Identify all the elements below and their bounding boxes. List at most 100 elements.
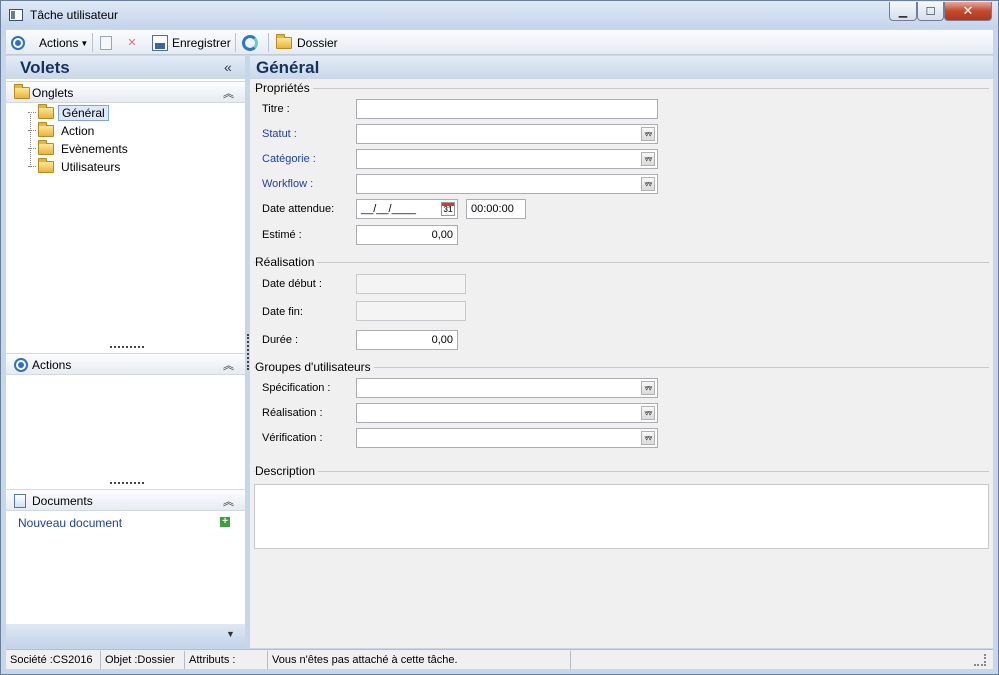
titre-label: Titre : (262, 103, 290, 115)
categorie-select[interactable]: ⩔⩔ (356, 149, 658, 169)
statut-label[interactable]: Statut : (262, 128, 297, 140)
estime-label: Estimé : (262, 229, 302, 241)
specification-select[interactable]: ⩔⩔ (356, 378, 658, 398)
actions-radio-icon[interactable] (11, 34, 25, 52)
chevron-down-icon[interactable]: ⩔⩔ (641, 381, 655, 395)
volets-panel: Volets « Onglets ︽ Général Action Evènem… (6, 56, 245, 648)
delete-button[interactable]: ✕ (126, 34, 138, 52)
save-icon (152, 35, 168, 51)
dossier-button-label: Dossier (297, 36, 338, 50)
chevron-down-icon[interactable]: ▼ (226, 629, 235, 639)
group-title-realisation: Réalisation (255, 255, 318, 269)
toolbar-separator (92, 33, 93, 52)
minimize-button[interactable]: ▁ (889, 2, 917, 21)
categorie-label[interactable]: Catégorie : (262, 153, 316, 165)
section-resize-grip[interactable] (110, 482, 144, 485)
maximize-button[interactable]: ☐ (917, 2, 944, 21)
refresh-icon (242, 35, 258, 51)
verification-select[interactable]: ⩔⩔ (356, 428, 658, 448)
folder-open-icon (38, 103, 54, 119)
page-title: Général (256, 58, 320, 77)
save-button[interactable]: Enregistrer (152, 34, 231, 52)
close-icon: ✕ (962, 3, 974, 18)
actions-menu-label: Actions (39, 36, 79, 50)
general-header: Général (250, 56, 993, 79)
delete-icon: ✕ (127, 37, 137, 49)
actions-radio-icon (14, 358, 28, 372)
titre-input[interactable] (356, 99, 658, 119)
realisation-select[interactable]: ⩔⩔ (356, 403, 658, 423)
duree-label: Durée : (262, 334, 299, 346)
toolbar-separator (268, 33, 269, 52)
chevron-down-icon[interactable]: ⩔⩔ (641, 406, 655, 420)
tree-item-evenements[interactable]: Evènements (28, 139, 131, 157)
chevron-down-icon[interactable]: ⩔⩔ (641, 177, 655, 191)
close-button[interactable]: ✕ (944, 2, 992, 21)
collapse-section-icon[interactable]: ︽ (223, 85, 234, 101)
folder-icon (38, 139, 54, 155)
date-attendue-label: Date attendue: (262, 203, 335, 215)
status-objet: Objet :Dossier (101, 651, 185, 669)
refresh-button[interactable] (242, 34, 258, 52)
volets-footer[interactable]: ▼ (6, 624, 245, 648)
estime-input[interactable]: 0,00 (356, 225, 458, 245)
date-attendue-input[interactable]: __/__/____ 31 (356, 199, 458, 219)
statut-select[interactable]: ⩔⩔ (356, 124, 658, 144)
collapse-panel-icon[interactable]: « (224, 59, 232, 75)
maximize-icon: ☐ (925, 5, 936, 18)
toolbar: Actions ▼ ✕ Enregistrer Dossier (6, 30, 993, 55)
onglets-title: Onglets (32, 86, 74, 100)
add-icon[interactable]: + (220, 517, 230, 527)
description-textarea[interactable] (254, 484, 989, 549)
resize-grip-icon[interactable] (974, 654, 986, 666)
workflow-select[interactable]: ⩔⩔ (356, 174, 658, 194)
volets-header: Volets « (6, 56, 245, 79)
date-fin-label: Date fin: (262, 306, 303, 318)
folder-icon (38, 157, 54, 173)
actions-section-title: Actions (32, 358, 72, 372)
documents-section-header[interactable]: Documents ︽ (6, 489, 245, 511)
group-divider (254, 262, 989, 263)
group-title-groupes: Groupes d'utilisateurs (255, 360, 374, 374)
panel-splitter[interactable] (247, 334, 249, 370)
status-societe: Société :CS2016 (6, 651, 101, 669)
collapse-section-icon[interactable]: ︽ (223, 493, 234, 509)
dossier-button[interactable]: Dossier (276, 34, 338, 52)
group-divider (254, 471, 989, 472)
group-divider (254, 88, 989, 89)
onglets-section-header[interactable]: Onglets ︽ (6, 81, 245, 103)
tree-item-action[interactable]: Action (28, 121, 97, 139)
folder-icon (14, 84, 30, 99)
actions-menu-button[interactable]: Actions ▼ (39, 34, 88, 52)
calendar-icon[interactable]: 31 (441, 202, 455, 216)
tree-item-utilisateurs[interactable]: Utilisateurs (28, 157, 123, 175)
tree-item-label: Général (58, 104, 109, 121)
save-button-label: Enregistrer (172, 36, 231, 50)
new-document-button[interactable] (100, 34, 112, 52)
chevron-down-icon[interactable]: ⩔⩔ (641, 152, 655, 166)
status-bar: Société :CS2016 Objet :Dossier Attributs… (6, 649, 993, 669)
tree-item-general[interactable]: Général (28, 103, 109, 121)
title-bar[interactable]: Tâche utilisateur ▁ ☐ ✕ (1, 1, 998, 28)
workflow-label[interactable]: Workflow : (262, 178, 313, 190)
chevron-down-icon[interactable]: ⩔⩔ (641, 431, 655, 445)
folder-icon (38, 121, 54, 137)
verification-label: Vérification : (262, 432, 323, 444)
tree-item-label: Action (61, 123, 95, 138)
document-icon (100, 36, 112, 50)
volets-title: Volets (20, 58, 70, 77)
date-attendue-value: __/__/____ (361, 203, 417, 215)
status-attributs: Attributs : (185, 651, 268, 669)
date-debut-label: Date début : (262, 278, 322, 290)
new-document-link[interactable]: Nouveau document (18, 516, 122, 530)
actions-section-header[interactable]: Actions ︽ (6, 353, 245, 375)
general-form: Général Propriétés Titre : Statut : ⩔⩔ C… (250, 56, 993, 648)
duree-input[interactable]: 0,00 (356, 330, 458, 350)
chevron-down-icon[interactable]: ⩔⩔ (641, 127, 655, 141)
collapse-section-icon[interactable]: ︽ (223, 357, 234, 373)
window-right-edge (993, 56, 998, 648)
time-input[interactable]: 00:00:00 (466, 199, 526, 219)
date-fin-input (356, 301, 466, 321)
section-resize-grip[interactable] (110, 346, 144, 349)
dropdown-arrow-icon: ▼ (80, 38, 89, 48)
